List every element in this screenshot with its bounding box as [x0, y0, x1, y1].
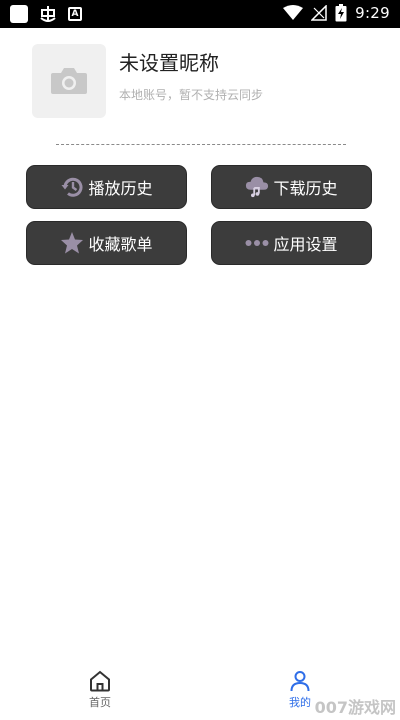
- nickname[interactable]: 未设置昵称: [119, 47, 219, 76]
- signal-icon: [311, 5, 327, 21]
- download-history-button[interactable]: 下载历史: [211, 165, 372, 209]
- history-icon: [60, 175, 84, 199]
- cloud-music-icon: [245, 175, 269, 199]
- account-note: 本地账号，暂不支持云同步: [119, 88, 264, 102]
- bug-icon: [40, 6, 56, 22]
- app-square-icon: [10, 5, 28, 23]
- status-right: 9:29: [283, 4, 390, 22]
- app-settings-label: 应用设置: [273, 235, 338, 254]
- favorite-playlists-label: 收藏歌单: [88, 235, 153, 254]
- download-history-label: 下载历史: [273, 179, 338, 198]
- favorite-playlists-button[interactable]: 收藏歌单: [26, 221, 187, 265]
- person-icon: [290, 671, 310, 692]
- camera-icon: [51, 68, 87, 94]
- home-icon: [90, 670, 110, 692]
- star-icon: [60, 231, 84, 255]
- status-bar: A 9:29: [0, 0, 400, 28]
- bottom-nav: 首页 我的 007游戏网: [0, 662, 400, 720]
- more-dots-icon: [245, 231, 269, 255]
- status-left: A: [10, 4, 82, 24]
- battery-charging-icon: [335, 4, 347, 22]
- divider: [56, 144, 346, 145]
- nav-home[interactable]: 首页: [70, 670, 130, 710]
- status-time: 9:29: [355, 4, 390, 22]
- a-notification-icon: A: [68, 7, 82, 21]
- play-history-button[interactable]: 播放历史: [26, 165, 187, 209]
- nav-mine-label: 我的: [289, 696, 311, 709]
- nav-home-label: 首页: [89, 696, 111, 709]
- play-history-label: 播放历史: [88, 179, 153, 198]
- wifi-icon: [283, 5, 304, 20]
- watermark: 007游戏网: [314, 698, 396, 717]
- avatar[interactable]: [32, 44, 106, 118]
- app-settings-button[interactable]: 应用设置: [211, 221, 372, 265]
